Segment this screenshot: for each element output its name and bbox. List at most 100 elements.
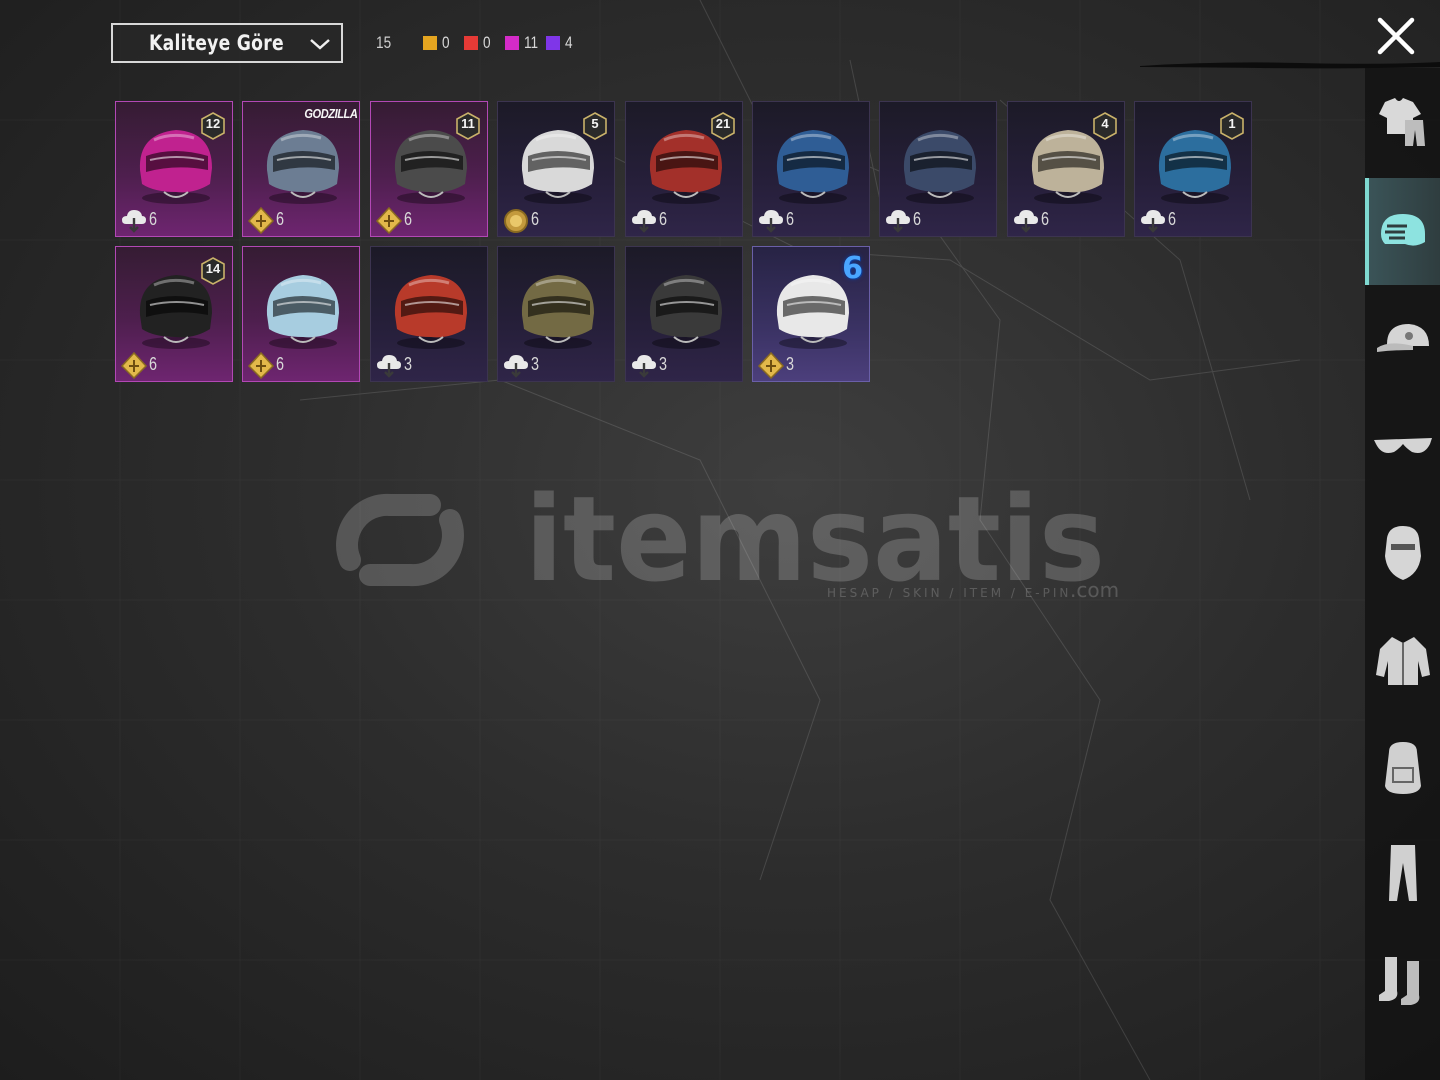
sidebar-item-backpack[interactable]: [1365, 713, 1440, 820]
upgrade-badge-level: 6: [842, 251, 863, 286]
item-level: 6: [404, 209, 413, 229]
upgrade-badge-level: 4: [1101, 116, 1109, 131]
watermark-tagline: HESAP / SKIN / ITEM / E-PIN: [827, 586, 1071, 600]
sidebar-item-jacket[interactable]: [1365, 606, 1440, 713]
item-level: 6: [913, 209, 922, 229]
upgrade-badge: 12: [200, 112, 226, 140]
item-level: 6: [531, 209, 540, 229]
boots-icon: [1378, 956, 1419, 1005]
sidebar-item-boots[interactable]: [1365, 927, 1440, 1034]
item-tile[interactable]: 21 6: [625, 101, 743, 237]
quality-count-legendary: 0: [423, 33, 451, 53]
item-level: 6: [276, 354, 285, 374]
helmet-image: [776, 130, 849, 204]
upgrade-badge: 11: [455, 112, 481, 140]
quality-count-value: 4: [565, 33, 573, 52]
upgrade-badge: 14: [200, 257, 226, 285]
top-bar: Kaliteye Göre 15 0 0 11 4: [0, 0, 1440, 80]
gold-diamond-icon: [247, 351, 275, 379]
item-tile[interactable]: 6: [752, 101, 870, 237]
helmet-icon: [1380, 213, 1425, 246]
helmet-image: [394, 275, 467, 349]
quality-count-value: 11: [524, 33, 539, 52]
quality-swatch: [464, 36, 478, 50]
item-level: 3: [531, 354, 540, 374]
sidebar-item-helmet[interactable]: [1365, 178, 1440, 285]
item-tile[interactable]: 12 6: [115, 101, 233, 237]
sidebar-item-mask[interactable]: [1365, 499, 1440, 606]
category-sidebar: [1365, 68, 1440, 1080]
backpack-icon: [1384, 741, 1421, 794]
item-tile[interactable]: 6: [242, 246, 360, 382]
cloud-icon: [632, 210, 656, 233]
cloud-icon: [1141, 210, 1165, 233]
gold-coin-icon: [504, 209, 528, 233]
item-tile[interactable]: 63: [752, 246, 870, 382]
item-level: 6: [786, 209, 795, 229]
upgrade-badge-level: 5: [591, 116, 599, 131]
upgrade-badge: 21: [710, 112, 736, 140]
close-icon[interactable]: [1374, 14, 1418, 58]
item-tile[interactable]: 3: [370, 246, 488, 382]
upgrade-badge-level: 12: [205, 116, 221, 131]
helmet-image: [521, 275, 594, 349]
sidebar-item-outfit[interactable]: [1365, 68, 1440, 175]
upgrade-badge-level: 1: [1228, 116, 1236, 131]
collab-logo: GODZILLA: [303, 106, 357, 121]
cap-icon: [1376, 323, 1429, 352]
helmet-image: [649, 275, 722, 349]
item-tile[interactable]: 14 6: [115, 246, 233, 382]
item-level: 6: [149, 354, 158, 374]
item-level: 3: [659, 354, 668, 374]
quality-count-mythic: 0: [464, 33, 492, 53]
gold-diamond-icon: [375, 206, 403, 234]
cloud-icon: [377, 355, 401, 378]
item-count-total: 15: [376, 33, 392, 52]
cloud-icon: [122, 210, 146, 233]
outfit-icon: [1378, 97, 1425, 146]
cloud-icon: [632, 355, 656, 378]
cloud-icon: [504, 355, 528, 378]
item-tile[interactable]: 56: [497, 101, 615, 237]
quality-count-rare: 4: [546, 33, 574, 53]
jacket-icon: [1375, 636, 1430, 685]
gold-diamond-icon: [120, 351, 148, 379]
helmet-image: [266, 130, 339, 204]
item-tile[interactable]: 6: [879, 101, 997, 237]
upgrade-badge: 4: [1092, 112, 1118, 140]
item-tile[interactable]: 46: [1007, 101, 1125, 237]
item-tile[interactable]: 16: [1134, 101, 1252, 237]
gold-diamond-icon: [757, 351, 785, 379]
sidebar-item-glasses[interactable]: [1365, 392, 1440, 499]
cloud-icon: [759, 210, 783, 233]
quality-count-epic: 11: [505, 33, 542, 53]
upgrade-badge: 5: [582, 112, 608, 140]
item-level: 3: [404, 354, 413, 374]
cloud-icon: [1014, 210, 1038, 233]
item-tile[interactable]: GODZILLA 6: [242, 101, 360, 237]
item-level: 3: [786, 354, 795, 374]
upgrade-badge: 1: [1219, 112, 1245, 140]
chevron-down-icon: [310, 39, 330, 50]
item-tile[interactable]: 11 6: [370, 101, 488, 237]
glasses-icon: [1373, 437, 1432, 453]
sort-dropdown[interactable]: Kaliteye Göre: [111, 23, 343, 63]
quality-count-value: 0: [442, 33, 450, 52]
pants-icon: [1388, 844, 1417, 901]
watermark-suffix: .com: [1070, 578, 1119, 602]
sidebar-item-pants[interactable]: [1365, 820, 1440, 927]
upgrade-badge-level: 21: [715, 116, 731, 131]
helmet-image: [903, 130, 976, 204]
gold-diamond-icon: [247, 206, 275, 234]
item-tile[interactable]: 3: [625, 246, 743, 382]
quality-swatch: [505, 36, 519, 50]
upgrade-badge-level: 11: [461, 116, 475, 131]
sidebar-item-hat[interactable]: [1365, 285, 1440, 392]
sort-dropdown-label: Kaliteye Göre: [149, 31, 284, 55]
item-level: 6: [149, 209, 158, 229]
item-level: 6: [1041, 209, 1050, 229]
item-level: 6: [659, 209, 668, 229]
upgrade-badge-level: 14: [205, 261, 221, 276]
item-tile[interactable]: 3: [497, 246, 615, 382]
quality-swatch: [423, 36, 437, 50]
